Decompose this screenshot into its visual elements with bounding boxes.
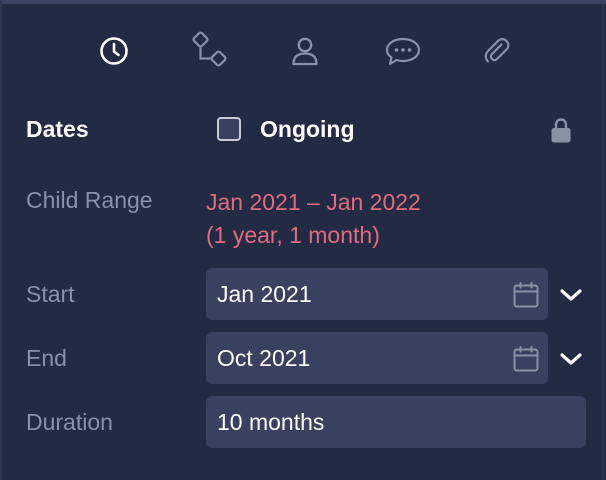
start-dropdown-chevron-icon[interactable]: [558, 282, 584, 308]
tab-schedule[interactable]: [91, 28, 137, 74]
calendar-icon[interactable]: [512, 281, 540, 309]
ongoing-label[interactable]: Ongoing: [260, 116, 355, 143]
duration-value: 10 months: [217, 408, 325, 435]
tab-people[interactable]: [282, 28, 328, 74]
dates-title: Dates: [26, 116, 89, 142]
tab-dependencies[interactable]: [187, 28, 233, 74]
child-range-dates: Jan 2021 – Jan 2022: [206, 189, 421, 215]
paperclip-icon: [484, 38, 510, 63]
duration-field[interactable]: 10 months: [206, 396, 586, 448]
ongoing-checkbox[interactable]: [217, 117, 241, 141]
lock-icon[interactable]: [549, 117, 573, 150]
comment-icon: [385, 37, 421, 66]
clock-icon: [100, 37, 128, 65]
person-icon: [292, 37, 318, 66]
calendar-icon[interactable]: [512, 345, 540, 373]
panel-top-border: [2, 0, 606, 4]
tab-attachments[interactable]: [474, 28, 520, 74]
dependencies-icon: [192, 31, 227, 67]
end-date-field[interactable]: Oct 2021: [206, 332, 548, 384]
start-date-field[interactable]: Jan 2021: [206, 268, 548, 320]
end-dropdown-chevron-icon[interactable]: [558, 346, 584, 372]
end-label: End: [26, 345, 67, 371]
end-date-value: Oct 2021: [217, 344, 311, 371]
tab-comments[interactable]: [380, 28, 426, 74]
start-label: Start: [26, 281, 75, 307]
child-range-duration: (1 year, 1 month): [206, 222, 380, 248]
duration-label: Duration: [26, 409, 113, 435]
child-range-label: Child Range: [26, 187, 153, 213]
start-date-value: Jan 2021: [217, 280, 312, 307]
dates-panel: Dates Ongoing Child Range Jan 2021 – Jan…: [0, 0, 606, 480]
child-range-value: Jan 2021 – Jan 2022 (1 year, 1 month): [206, 186, 421, 252]
panel-tabs: [2, 28, 606, 74]
